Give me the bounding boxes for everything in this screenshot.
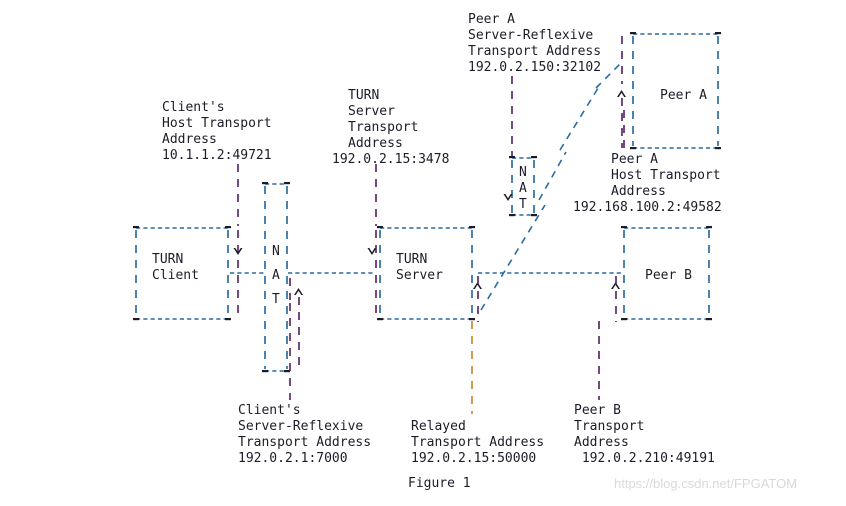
peer-b-box xyxy=(621,226,712,321)
diagram-rules: .h { stroke:#2b6ca3; stroke-width:1.6; s… xyxy=(133,32,721,414)
figure-caption: Figure 1 xyxy=(408,476,471,491)
watermark-text: https://blog.csdn.net/FPGATOM xyxy=(614,476,798,491)
turn-server-box xyxy=(377,226,475,321)
peer-a-box xyxy=(630,32,721,150)
nat-left-box xyxy=(262,182,290,373)
arrow-glyphs xyxy=(233,90,626,295)
diagram-canvas: Peer A Server-Reflexive Transport Addres… xyxy=(0,0,846,506)
nat-right-box xyxy=(509,156,537,217)
turn-client-box xyxy=(133,226,231,321)
